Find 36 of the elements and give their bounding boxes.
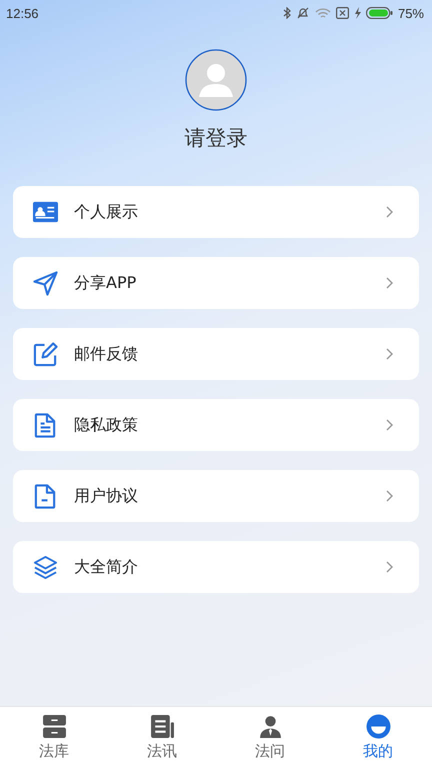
newspaper-icon (150, 714, 174, 739)
wifi-icon (314, 8, 331, 18)
nav-tab[interactable]: 法问 (216, 707, 324, 768)
sim-icon (336, 7, 349, 19)
nav-tab[interactable]: 法库 (0, 707, 108, 768)
document-icon (33, 484, 58, 508)
status-time: 12:56 (6, 6, 39, 20)
avatar-icon[interactable] (185, 49, 247, 111)
edit-icon (33, 342, 58, 366)
nav-tab[interactable]: 法讯 (108, 707, 216, 768)
menu-item[interactable]: 分享APP (13, 257, 419, 309)
chevron-right-icon (386, 348, 393, 360)
battery-icon (366, 7, 393, 19)
battery-percent: 75% (398, 6, 424, 20)
menu-item[interactable]: 隐私政策 (13, 399, 419, 451)
muted-bell-icon (296, 7, 310, 19)
menu-item[interactable]: 用户协议 (13, 470, 419, 522)
chevron-right-icon (386, 277, 393, 289)
smile-face-icon (366, 714, 390, 739)
login-link[interactable]: 请登录 (184, 124, 248, 152)
chevron-right-icon (386, 419, 393, 431)
send-icon (33, 270, 58, 296)
bluetooth-icon (282, 7, 291, 19)
person-icon (258, 714, 282, 739)
nav-tab[interactable]: 我的 (324, 707, 432, 768)
menu-item[interactable]: 邮件反馈 (13, 328, 419, 380)
id-card-icon (33, 200, 58, 224)
chevron-right-icon (386, 561, 393, 573)
chevron-right-icon (386, 490, 393, 502)
menu-item[interactable]: 个人展示 (13, 186, 419, 238)
chevron-right-icon (386, 206, 393, 218)
cabinet-icon (42, 714, 66, 739)
menu-item[interactable]: 大全简介 (13, 541, 419, 593)
layers-icon (33, 554, 58, 580)
charging-icon (354, 7, 361, 19)
document-icon (33, 412, 58, 438)
